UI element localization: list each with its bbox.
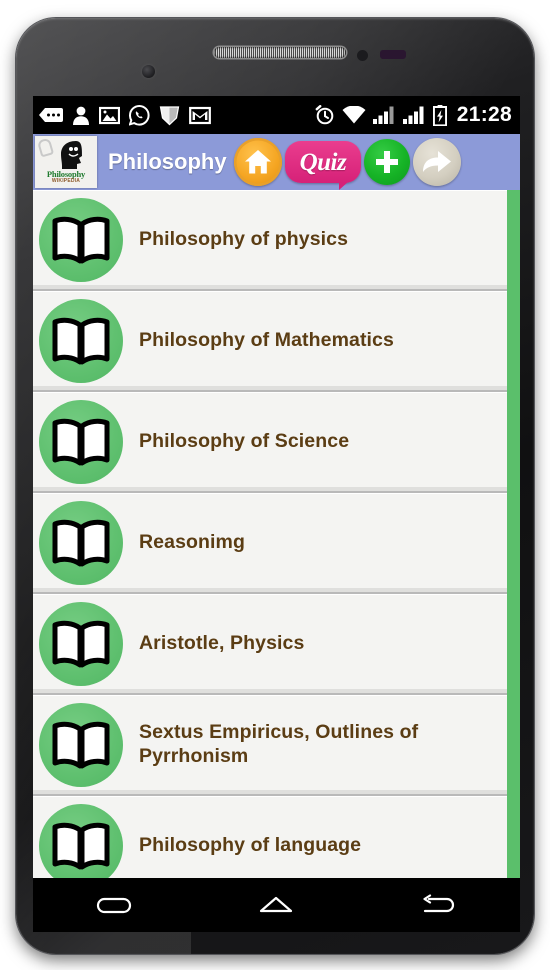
list-item-icon <box>39 501 123 585</box>
plus-icon <box>376 151 399 173</box>
battery-charging-icon <box>432 104 447 126</box>
book-icon <box>52 216 110 264</box>
list-item[interactable]: Philosophy of physics <box>33 190 520 291</box>
book-icon <box>52 721 110 769</box>
home-outline-icon <box>260 896 293 913</box>
signal-sim2-icon <box>402 106 424 124</box>
list-item-icon <box>39 198 123 282</box>
recents-button[interactable] <box>79 885 149 925</box>
gmail-icon <box>189 106 211 124</box>
list-item[interactable]: Aristotle, Physics <box>33 594 520 695</box>
list-item-icon <box>39 602 123 686</box>
status-bar-clock: 21:28 <box>456 103 512 126</box>
alarm-icon <box>315 105 334 125</box>
philosopher-head-icon <box>61 141 82 169</box>
article-list[interactable]: Philosophy of physics Philosophy of Math… <box>33 190 520 878</box>
book-icon <box>52 317 110 365</box>
vertical-scrollbar[interactable] <box>507 190 520 878</box>
status-bar: 21:28 <box>33 96 520 134</box>
list-item[interactable]: Philosophy of Science <box>33 392 520 493</box>
home-nav-button[interactable] <box>241 885 311 925</box>
earpiece-speaker <box>214 47 346 58</box>
android-navigation-bar <box>33 878 520 932</box>
phone-screen: 21:28 Philosophy WIKIPEDIA Philosophy Qu… <box>33 96 520 878</box>
share-button[interactable] <box>413 138 462 186</box>
contact-icon <box>73 106 89 125</box>
list-item-icon <box>39 299 123 383</box>
front-camera <box>142 65 155 78</box>
list-item-icon <box>39 703 123 787</box>
signal-sim1-icon <box>372 106 394 124</box>
home-button[interactable] <box>233 138 282 186</box>
notification-led <box>380 50 406 59</box>
book-icon <box>52 519 110 567</box>
whatsapp-icon <box>129 104 150 126</box>
book-icon <box>52 418 110 466</box>
shield-icon <box>159 105 180 125</box>
paperclip-icon <box>36 137 55 158</box>
list-item-label: Reasonimg <box>139 531 246 554</box>
app-logo-subtitle: WIKIPEDIA <box>51 178 81 184</box>
quiz-button[interactable]: Quiz <box>284 141 362 190</box>
list-item-label: Sextus Empiricus, Outlines of Pyrrhonism <box>139 721 419 767</box>
status-bar-notifications <box>39 104 315 126</box>
back-button[interactable] <box>404 885 474 925</box>
list-item[interactable]: Sextus Empiricus, Outlines of Pyrrhonism <box>33 695 520 796</box>
list-item[interactable]: Philosophy of Mathematics <box>33 291 520 392</box>
back-arrow-icon <box>423 894 454 913</box>
list-item-label: Philosophy of physics <box>139 228 349 251</box>
house-icon <box>244 150 271 174</box>
list-item-icon <box>39 400 123 484</box>
gallery-icon <box>99 106 120 124</box>
add-button[interactable] <box>364 139 411 185</box>
app-logo: Philosophy WIKIPEDIA <box>35 136 97 188</box>
app-toolbar: Philosophy WIKIPEDIA Philosophy Quiz <box>33 134 520 190</box>
list-item-label: Aristotle, Physics <box>139 632 305 655</box>
wifi-icon <box>342 106 366 124</box>
page-title: Philosophy <box>108 149 227 174</box>
list-item-icon <box>39 804 123 878</box>
list-item[interactable]: Philosophy of language <box>33 796 520 878</box>
forward-arrow-icon <box>423 151 452 172</box>
book-icon <box>52 620 110 668</box>
recents-icon <box>97 897 132 914</box>
sms-icon <box>39 108 63 122</box>
proximity-sensor <box>357 50 368 61</box>
list-item-label: Philosophy of language <box>139 834 362 857</box>
book-icon <box>52 822 110 870</box>
quiz-button-label: Quiz <box>299 148 347 176</box>
list-item-label: Philosophy of Mathematics <box>139 329 394 352</box>
list-item[interactable]: Reasonimg <box>33 493 520 594</box>
list-item-label: Philosophy of Science <box>139 430 350 453</box>
toolbar-actions: Quiz <box>233 138 462 190</box>
status-bar-system: 21:28 <box>315 103 512 127</box>
list-scroll-container: Philosophy of physics Philosophy of Math… <box>33 190 520 878</box>
